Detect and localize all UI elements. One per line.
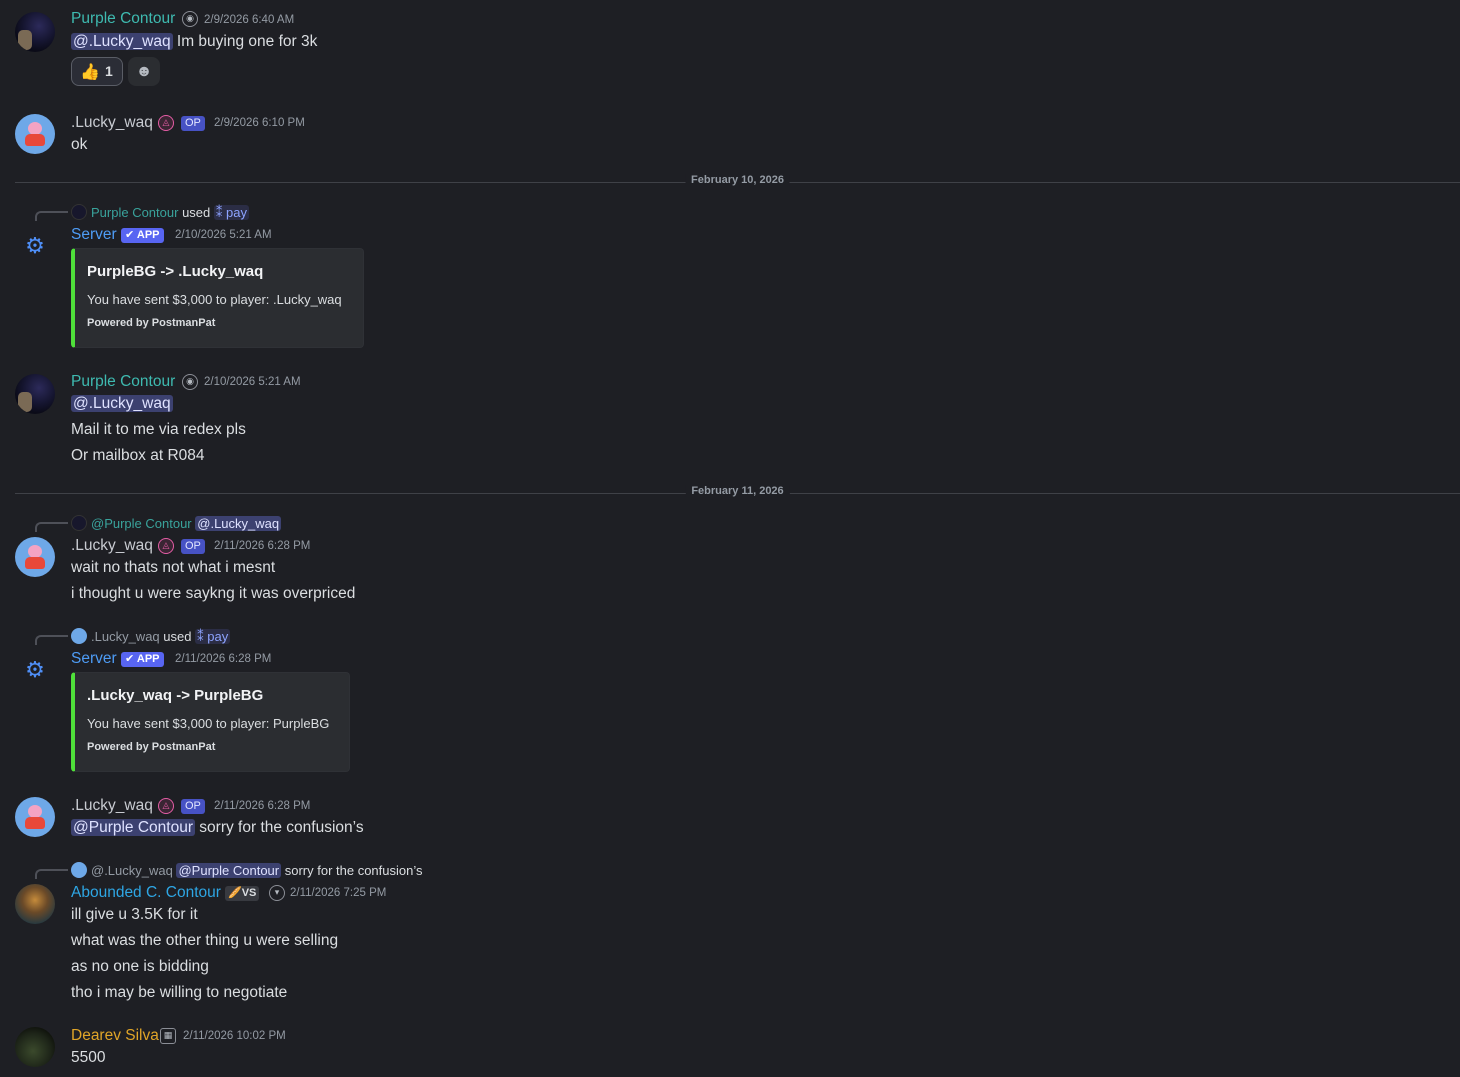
avatar-dearev[interactable]: [15, 1027, 55, 1067]
author-name[interactable]: Server: [71, 650, 117, 668]
embed-footer: Powered by PostmanPat: [87, 741, 216, 753]
reply-connector: [35, 869, 68, 879]
message-content: ill give u 3.5K for it: [71, 906, 198, 923]
message-content: 5500: [71, 1049, 106, 1066]
message-content: @.Lucky_waq: [71, 395, 173, 413]
embed-description: You have sent $3,000 to player: .Lucky_w…: [87, 292, 342, 307]
message-content: what was the other thing u were selling: [71, 932, 339, 949]
timestamp: 2/9/2026 6:40 AM: [204, 14, 295, 26]
avatar-abounded[interactable]: [15, 884, 55, 924]
mini-avatar: [71, 628, 87, 644]
avatar-lucky-waq[interactable]: [15, 114, 55, 154]
message-content: Or mailbox at R084: [71, 447, 205, 464]
timestamp: 2/10/2026 5:21 AM: [204, 376, 301, 388]
author-name[interactable]: Server: [71, 226, 117, 244]
timestamp: 2/10/2026 5:21 AM: [175, 229, 272, 241]
check-icon: ✔: [125, 653, 135, 665]
timestamp: 2/11/2026 7:25 PM: [290, 887, 387, 899]
role-icon: ◬: [158, 798, 174, 814]
author-name[interactable]: Abounded C. Contour: [71, 884, 221, 902]
timestamp: 2/11/2026 10:02 PM: [183, 1030, 286, 1042]
date-divider-label: February 11, 2026: [685, 485, 790, 497]
date-divider: February 10, 2026: [15, 174, 1460, 186]
avatar-purple-contour[interactable]: [15, 374, 55, 414]
timestamp: 2/11/2026 6:28 PM: [214, 540, 311, 552]
reply-connector: [35, 211, 68, 221]
avatar-purple-contour[interactable]: [15, 12, 55, 52]
user-mention[interactable]: @Purple Contour: [71, 819, 195, 836]
message-content: Mail it to me via redex pls: [71, 421, 246, 438]
embed-title: PurpleBG -> .Lucky_waq: [87, 263, 264, 280]
message-content: tho i may be willing to negotiate: [71, 984, 288, 1001]
timestamp: 2/9/2026 6:10 PM: [214, 117, 305, 129]
reaction-count: 1: [105, 63, 113, 79]
reply-preview[interactable]: .Lucky_waq used ⁑ pay: [71, 628, 231, 645]
author-name[interactable]: .Lucky_waq: [71, 797, 153, 815]
mini-avatar: [71, 204, 87, 220]
message-content: ok: [71, 136, 88, 153]
check-icon: ✔: [125, 229, 135, 241]
role-icon: ▦: [160, 1028, 176, 1044]
gear-icon[interactable]: ⚙: [24, 659, 46, 681]
message-content: wait no thats not what i mesnt: [71, 559, 276, 576]
reply-preview[interactable]: Purple Contour used ⁑ pay: [71, 204, 249, 221]
timestamp: 2/11/2026 6:28 PM: [175, 653, 272, 665]
user-mention[interactable]: @.Lucky_waq: [71, 33, 173, 50]
gear-icon[interactable]: ⚙: [24, 235, 46, 257]
embed-title: .Lucky_waq -> PurpleBG: [87, 687, 264, 704]
reply-connector: [35, 635, 68, 645]
op-badge: OP: [181, 539, 205, 554]
reaction-thumbs-up[interactable]: 👍 1: [71, 57, 123, 86]
command-pay[interactable]: ⁑ pay: [195, 629, 231, 644]
reply-preview[interactable]: @Purple Contour @.Lucky_waq: [71, 515, 282, 531]
author-name[interactable]: Purple Contour: [71, 373, 175, 391]
role-icon: ◬: [158, 115, 174, 131]
command-pay[interactable]: ⁑ pay: [213, 205, 249, 220]
guild-tag: 🥖VS: [225, 886, 260, 901]
mini-avatar: [71, 515, 87, 531]
app-badge: ✔ APP: [121, 652, 164, 667]
date-divider: February 11, 2026: [15, 485, 1460, 497]
avatar-lucky-waq[interactable]: [15, 537, 55, 577]
avatar-lucky-waq[interactable]: [15, 797, 55, 837]
author-name[interactable]: .Lucky_waq: [71, 114, 153, 132]
embed-card: .Lucky_waq -> PurpleBG You have sent $3,…: [71, 672, 350, 772]
timestamp: 2/11/2026 6:28 PM: [214, 800, 311, 812]
message-content: i thought u were saykng it was overprice…: [71, 585, 356, 602]
smile-icon: ☻: [135, 63, 153, 80]
embed-card: PurpleBG -> .Lucky_waq You have sent $3,…: [71, 248, 364, 348]
role-icon: ◉: [182, 11, 198, 27]
embed-description: You have sent $3,000 to player: PurpleBG: [87, 716, 330, 731]
app-badge: ✔ APP: [121, 228, 164, 243]
op-badge: OP: [181, 116, 205, 131]
message-content: @.Lucky_waq Im buying one for 3k: [71, 33, 318, 50]
user-mention[interactable]: @.Lucky_waq: [71, 395, 173, 412]
author-name[interactable]: Dearev Silva: [71, 1027, 159, 1045]
role-icon: ▾: [269, 885, 285, 901]
add-reaction-button[interactable]: ☻: [128, 57, 160, 86]
author-name[interactable]: .Lucky_waq: [71, 537, 153, 555]
reply-connector: [35, 522, 68, 532]
op-badge: OP: [181, 799, 205, 814]
thumbs-up-icon: 👍: [80, 64, 100, 81]
tag-icon: 🥖: [228, 887, 242, 899]
role-icon: ◬: [158, 538, 174, 554]
embed-footer: Powered by PostmanPat: [87, 317, 216, 329]
author-name[interactable]: Purple Contour: [71, 10, 175, 28]
role-icon: ◉: [182, 374, 198, 390]
mini-avatar: [71, 862, 87, 878]
date-divider-label: February 10, 2026: [685, 174, 790, 186]
message-content: @Purple Contour sorry for the confusion’…: [71, 819, 364, 836]
message-content: as no one is bidding: [71, 958, 209, 975]
reply-preview[interactable]: @.Lucky_waq @Purple Contour sorry for th…: [71, 862, 423, 878]
